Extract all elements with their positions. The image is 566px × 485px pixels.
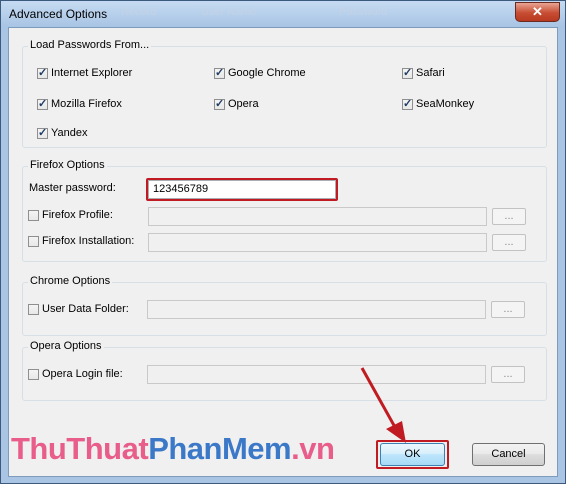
annotation-arrow-icon [360, 367, 406, 443]
advanced-options-window: Record User Name Password Advanced Optio… [0, 0, 566, 484]
watermark-logo: ThuThuatPhanMem.vn [11, 431, 335, 466]
